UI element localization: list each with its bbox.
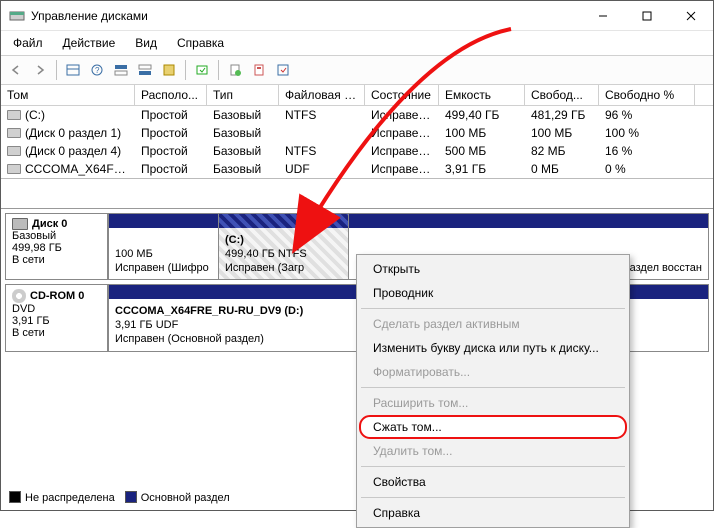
ctx-explorer[interactable]: Проводник [359, 281, 627, 305]
maximize-button[interactable] [625, 1, 669, 30]
col-free[interactable]: Свобод... [525, 85, 599, 105]
action-icon[interactable] [191, 59, 213, 81]
menu-view[interactable]: Вид [127, 34, 165, 52]
table-row[interactable]: (C:) Простой Базовый NTFS Исправен... 49… [1, 106, 713, 124]
toolbar: ? [1, 56, 713, 85]
table-row[interactable]: (Диск 0 раздел 1) Простой Базовый Исправ… [1, 124, 713, 142]
close-button[interactable] [669, 1, 713, 30]
col-fs[interactable]: Файловая с... [279, 85, 365, 105]
menu-file[interactable]: Файл [5, 34, 51, 52]
new-icon[interactable] [224, 59, 246, 81]
hdd-icon [12, 218, 28, 230]
legend-swatch-unalloc [9, 491, 21, 503]
ctx-delete: Удалить том... [359, 439, 627, 463]
back-icon[interactable] [5, 59, 27, 81]
legend-swatch-primary [125, 491, 137, 503]
svg-text:?: ? [95, 66, 100, 75]
properties-icon[interactable] [248, 59, 270, 81]
view-table-icon[interactable] [62, 59, 84, 81]
ctx-make-active: Сделать раздел активным [359, 312, 627, 336]
col-type[interactable]: Тип [207, 85, 279, 105]
col-volume[interactable]: Том [1, 85, 135, 105]
forward-icon[interactable] [29, 59, 51, 81]
cd-icon [12, 289, 26, 303]
ctx-properties[interactable]: Свойства [359, 470, 627, 494]
minimize-button[interactable] [581, 1, 625, 30]
col-pct[interactable]: Свободно % [599, 85, 695, 105]
help-icon[interactable]: ? [86, 59, 108, 81]
column-headers: Том Располо... Тип Файловая с... Состоян… [1, 85, 713, 106]
refresh-icon[interactable] [158, 59, 180, 81]
col-cap[interactable]: Емкость [439, 85, 525, 105]
ctx-shrink[interactable]: Сжать том... [359, 415, 627, 439]
ctx-extend: Расширить том... [359, 391, 627, 415]
legend: Не распределена Основной раздел [7, 487, 232, 508]
ctx-format: Форматировать... [359, 360, 627, 384]
ctx-open[interactable]: Открыть [359, 257, 627, 281]
table-row[interactable]: CCCOMA_X64FRE... Простой Базовый UDF Исп… [1, 160, 713, 178]
ctx-help[interactable]: Справка [359, 501, 627, 525]
view-bottom-icon[interactable] [134, 59, 156, 81]
table-row[interactable]: (Диск 0 раздел 4) Простой Базовый NTFS И… [1, 142, 713, 160]
volume-icon [7, 146, 21, 156]
app-icon [9, 8, 25, 24]
menu-action[interactable]: Действие [55, 34, 124, 52]
volume-icon [7, 164, 21, 174]
volume-list: Том Располо... Тип Файловая с... Состоян… [1, 85, 713, 179]
cdrom-info[interactable]: CD-ROM 0 DVD 3,91 ГБ В сети [6, 285, 108, 350]
menu-help[interactable]: Справка [169, 34, 232, 52]
pane-splitter[interactable] [1, 179, 713, 209]
volume-icon [7, 128, 21, 138]
col-status[interactable]: Состояние [365, 85, 439, 105]
view-top-icon[interactable] [110, 59, 132, 81]
context-menu: Открыть Проводник Сделать раздел активны… [356, 254, 630, 528]
disk0-info[interactable]: Диск 0 Базовый 499,98 ГБ В сети [6, 214, 108, 279]
ctx-change-letter[interactable]: Изменить букву диска или путь к диску... [359, 336, 627, 360]
partition-disk0-1[interactable]: 100 МБ Исправен (Шифро [108, 214, 218, 279]
volume-icon [7, 110, 21, 120]
titlebar: Управление дисками [1, 1, 713, 31]
settings-icon[interactable] [272, 59, 294, 81]
col-layout[interactable]: Располо... [135, 85, 207, 105]
menubar: Файл Действие Вид Справка [1, 31, 713, 56]
partition-disk0-c[interactable]: (C:) 499,40 ГБ NTFS Исправен (Загр [218, 214, 348, 279]
window-title: Управление дисками [31, 9, 581, 23]
